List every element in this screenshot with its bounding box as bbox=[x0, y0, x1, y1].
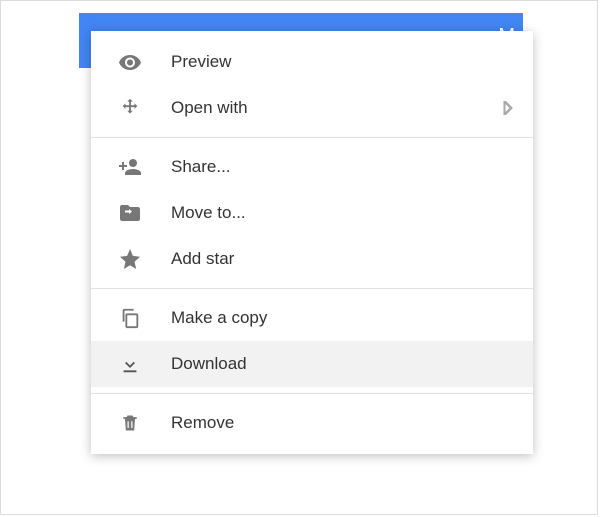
copy-icon bbox=[117, 305, 143, 331]
menu-item-add-star[interactable]: Add star bbox=[91, 236, 533, 282]
menu-item-share[interactable]: Share... bbox=[91, 144, 533, 190]
eye-icon bbox=[117, 49, 143, 75]
menu-item-label: Preview bbox=[171, 52, 513, 72]
move-arrows-icon bbox=[117, 95, 143, 121]
menu-item-label: Add star bbox=[171, 249, 513, 269]
menu-item-label: Share... bbox=[171, 157, 513, 177]
download-icon bbox=[117, 351, 143, 377]
folder-move-icon bbox=[117, 200, 143, 226]
chevron-right-icon bbox=[503, 101, 513, 115]
menu-item-move-to[interactable]: Move to... bbox=[91, 190, 533, 236]
menu-item-label: Open with bbox=[171, 98, 503, 118]
menu-item-label: Move to... bbox=[171, 203, 513, 223]
app-frame: M Preview Open with Share... bbox=[0, 0, 598, 515]
menu-divider bbox=[91, 393, 533, 394]
star-icon bbox=[117, 246, 143, 272]
add-person-icon bbox=[117, 154, 143, 180]
menu-item-download[interactable]: Download bbox=[91, 341, 533, 387]
menu-divider bbox=[91, 137, 533, 138]
context-menu: Preview Open with Share... Move to... bbox=[91, 31, 533, 454]
menu-item-make-copy[interactable]: Make a copy bbox=[91, 295, 533, 341]
menu-divider bbox=[91, 288, 533, 289]
menu-item-remove[interactable]: Remove bbox=[91, 400, 533, 446]
trash-icon bbox=[117, 410, 143, 436]
menu-item-label: Make a copy bbox=[171, 308, 513, 328]
menu-item-label: Remove bbox=[171, 413, 513, 433]
menu-item-open-with[interactable]: Open with bbox=[91, 85, 533, 131]
menu-item-label: Download bbox=[171, 354, 513, 374]
menu-item-preview[interactable]: Preview bbox=[91, 39, 533, 85]
